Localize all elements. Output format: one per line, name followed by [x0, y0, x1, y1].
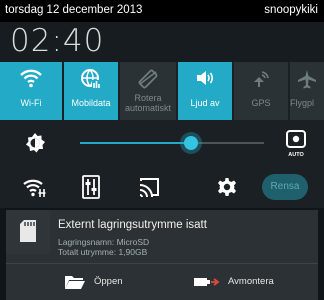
unmount-storage-label: Avmontera	[228, 276, 274, 287]
tile-auto-rotate-label: Rotera automatiskt	[124, 93, 172, 113]
brightness-icon	[24, 132, 46, 159]
status-date: torsdag 12 december 2013	[5, 4, 143, 16]
brightness-slider-thumb[interactable]	[184, 136, 198, 150]
auto-brightness-icon	[286, 130, 306, 148]
equalizer-icon	[82, 175, 100, 199]
status-bar: torsdag 12 december 2013 snoopykiki	[0, 0, 324, 22]
airplane-icon	[296, 68, 324, 90]
gps-icon	[234, 68, 288, 90]
tile-separator	[176, 62, 178, 120]
quick-actions-row: Rensa	[0, 166, 324, 208]
screen-mirroring-button[interactable]	[137, 176, 161, 203]
tile-wifi-label: Wi-Fi	[20, 98, 42, 108]
unmount-storage-button[interactable]: Avmontera	[194, 264, 304, 300]
auto-brightness-button[interactable]: AUTO	[284, 130, 308, 158]
storage-notification[interactable]: Externt lagringsutrymme isatt Lagringsna…	[6, 210, 318, 300]
notification-title: Externt lagringsutrymme isatt	[58, 219, 207, 231]
open-storage-label: Öppen	[94, 276, 123, 287]
auto-brightness-label: AUTO	[288, 152, 304, 158]
brightness-slider-fill	[80, 142, 190, 144]
rotate-icon	[120, 68, 176, 90]
sound-off-icon	[178, 68, 232, 90]
folder-icon	[65, 276, 85, 289]
tile-wifi[interactable]: Wi-Fi	[0, 62, 62, 120]
tile-separator	[118, 62, 120, 120]
clock-row: 02:40	[0, 22, 324, 62]
quick-settings-tiles: Wi-Fi Mobildata Rotera automatiskt Ljud …	[0, 62, 324, 120]
settings-button[interactable]	[217, 177, 237, 202]
tile-sound-off[interactable]: Ljud av	[178, 62, 232, 120]
tile-gps-label: GPS	[251, 98, 271, 108]
open-storage-button[interactable]: Öppen	[64, 264, 174, 300]
wifi-settings-icon	[23, 179, 46, 197]
tile-airplane[interactable]: Flygpl	[290, 62, 324, 120]
mobile-data-icon	[64, 68, 118, 90]
notification-total-space: Totalt utrymme: 1,90GB	[58, 247, 148, 257]
wifi-icon	[0, 68, 62, 90]
sound-settings-button[interactable]	[82, 175, 100, 204]
tile-gps[interactable]: GPS	[234, 62, 288, 120]
cast-icon	[139, 178, 159, 198]
gear-icon	[218, 178, 236, 196]
tile-mobile-data[interactable]: Mobildata	[64, 62, 118, 120]
sd-card-icon	[20, 220, 36, 242]
tile-airplane-label: Flygpl	[290, 98, 315, 108]
tile-auto-rotate[interactable]: Rotera automatiskt	[120, 62, 176, 120]
clear-notifications-button[interactable]: Rensa	[262, 174, 308, 200]
brightness-row: AUTO	[0, 120, 324, 166]
wifi-settings-button[interactable]	[22, 176, 48, 203]
tile-mobile-data-label: Mobildata	[71, 98, 111, 108]
tile-separator	[62, 62, 64, 120]
tile-separator	[232, 62, 234, 120]
sd-card-icon-box	[6, 210, 50, 254]
clock-time: 02:40	[10, 23, 105, 59]
status-carrier: snoopykiki	[264, 4, 318, 16]
eject-plug-icon	[194, 278, 220, 286]
notification-storage-name: Lagringsnamn: MicroSD	[58, 237, 150, 247]
tile-sound-off-label: Ljud av	[190, 98, 220, 108]
tile-separator	[288, 62, 290, 120]
